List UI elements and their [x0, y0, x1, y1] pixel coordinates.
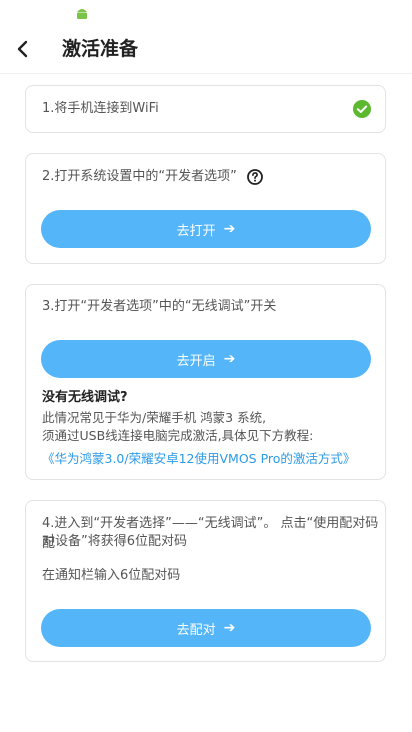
check-circle-icon — [353, 100, 371, 118]
tutorial-link[interactable]: 《华为鸿蒙3.0/荣耀安卓12使用VMOS Pro的激活方式》 — [42, 448, 355, 467]
help-circle-icon[interactable] — [247, 169, 263, 185]
step-4-text-line-3: 在通知栏输入6位配对码 — [42, 568, 181, 583]
desc-line-1: 此情况常见于华为/荣耀手机 鸿蒙3 系统, — [42, 410, 267, 425]
header-divider — [0, 73, 412, 74]
step-4-text-line-2: 对设备”将获得6位配对码 — [42, 534, 188, 549]
step-1-card: 1.将手机连接到WiFi — [25, 85, 386, 133]
step-4-card: 4.进入到“开发者选择”——“无线调试”。 点击“使用配对码配 对设备”将获得6… — [25, 500, 386, 662]
enable-wireless-debug-button[interactable]: 去开启 ➔ — [41, 340, 371, 378]
back-arrow-icon — [17, 40, 28, 58]
arrow-right-icon: ➔ — [223, 221, 236, 237]
desc-line-2: 须通过USB线连接电脑完成激活,具体见下方教程: — [42, 428, 314, 443]
button-label: 去打开 — [176, 223, 216, 239]
step-3-text: 3.打开“开发者选项”中的“无线调试”开关 — [42, 299, 277, 314]
step-3-card: 3.打开“开发者选项”中的“无线调试”开关 去开启 ➔ 没有无线调试? 此情况常… — [25, 284, 386, 480]
pair-button[interactable]: 去配对 ➔ — [41, 609, 371, 647]
page-title: 激活准备 — [62, 38, 139, 60]
back-button[interactable] — [10, 36, 36, 62]
step-1-text: 1.将手机连接到WiFi — [42, 101, 159, 116]
open-developer-options-button[interactable]: 去打开 ➔ — [41, 210, 371, 248]
arrow-right-icon: ➔ — [223, 351, 236, 367]
arrow-right-icon: ➔ — [223, 620, 236, 636]
button-label: 去开启 — [176, 353, 216, 369]
status-bar — [0, 0, 412, 24]
button-label: 去配对 — [176, 622, 216, 638]
no-wireless-debug-heading: 没有无线调试? — [42, 390, 128, 405]
step-2-card: 2.打开系统设置中的“开发者选项” 去打开 ➔ — [25, 153, 386, 264]
android-icon — [77, 9, 87, 19]
step-2-text: 2.打开系统设置中的“开发者选项” — [42, 169, 237, 184]
app-header: 激活准备 — [0, 24, 412, 74]
